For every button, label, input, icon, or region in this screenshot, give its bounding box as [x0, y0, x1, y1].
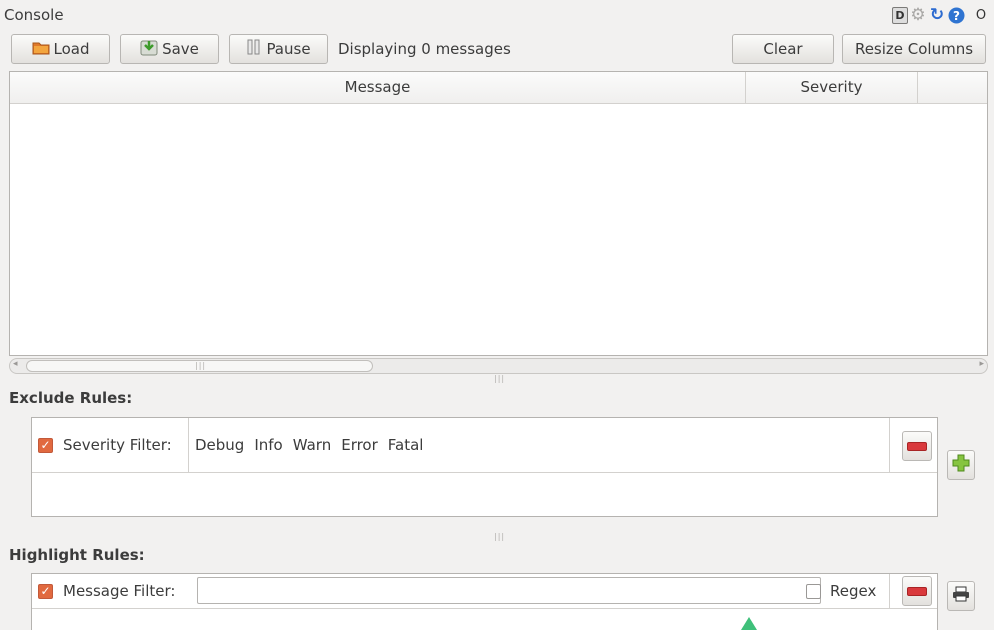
button-divider [889, 418, 890, 472]
severity-level-item[interactable]: Warn [293, 436, 331, 454]
add-exclude-rule-button[interactable] [947, 450, 975, 480]
splitter-handle-icon[interactable]: ||| [494, 532, 505, 541]
svg-text:?: ? [953, 9, 960, 23]
reload-icon[interactable]: ↻ [928, 5, 946, 25]
row-divider [32, 608, 937, 609]
exclude-rules-list: ✓ Severity Filter: Debug Info Warn Error… [31, 417, 938, 517]
remove-highlight-rule-button[interactable] [902, 576, 932, 606]
panel-title: Console [4, 6, 64, 24]
save-button[interactable]: Save [120, 34, 219, 64]
highlight-rules-label: Highlight Rules: [9, 546, 145, 564]
severity-level-item[interactable]: Fatal [388, 436, 424, 454]
pause-button[interactable]: Pause [229, 34, 328, 64]
label-divider [188, 418, 189, 472]
severity-filter-label: Severity Filter: [63, 436, 172, 454]
resize-columns-label: Resize Columns [854, 40, 974, 58]
horizontal-scrollbar[interactable]: ◂ ||| ▸ [9, 358, 988, 374]
message-filter-label: Message Filter: [63, 582, 176, 600]
close-icon[interactable]: O [972, 6, 990, 24]
help-d-icon[interactable]: D [892, 6, 908, 24]
load-button[interactable]: Load [11, 34, 110, 64]
minus-icon [907, 586, 927, 596]
button-divider [889, 574, 890, 608]
gear-icon[interactable]: ⚙ [909, 5, 927, 25]
load-label: Load [53, 40, 90, 58]
scrollbar-thumb[interactable]: ||| [26, 360, 373, 372]
severity-level-item[interactable]: Debug [195, 436, 244, 454]
resize-cursor-icon [741, 617, 757, 630]
scroll-left-icon[interactable]: ◂ [13, 359, 18, 369]
resize-columns-button[interactable]: Resize Columns [842, 34, 986, 64]
splitter-handle-icon[interactable]: ||| [494, 374, 505, 383]
remove-exclude-rule-button[interactable] [902, 431, 932, 461]
status-text: Displaying 0 messages [338, 40, 511, 58]
clear-label: Clear [763, 40, 803, 58]
severity-level-item[interactable]: Info [254, 436, 282, 454]
severity-level-list: Debug Info Warn Error Fatal [195, 436, 423, 454]
folder-icon [32, 40, 50, 59]
scroll-right-icon[interactable]: ▸ [979, 359, 984, 369]
pause-icon [246, 39, 262, 59]
column-header-message[interactable]: Message [10, 72, 746, 103]
regex-label: Regex [830, 582, 877, 600]
minus-icon [907, 441, 927, 451]
message-filter-input[interactable] [197, 577, 821, 604]
highlight-rules-list: ✓ Message Filter: Regex [31, 573, 938, 630]
add-highlight-rule-button[interactable] [947, 581, 975, 611]
exclude-rule-row: ✓ Severity Filter: Debug Info Warn Error… [32, 418, 937, 473]
save-label: Save [162, 40, 199, 58]
clear-button[interactable]: Clear [732, 34, 834, 64]
printer-icon [952, 586, 970, 606]
pause-label: Pause [266, 40, 311, 58]
severity-filter-checkbox[interactable]: ✓ [38, 438, 53, 453]
plus-icon [952, 454, 970, 476]
help-icon[interactable]: ? [947, 6, 965, 24]
severity-level-item[interactable]: Error [341, 436, 378, 454]
message-filter-checkbox[interactable]: ✓ [38, 584, 53, 599]
title-icons: D ⚙ ↻ ? O [892, 4, 990, 26]
regex-checkbox[interactable] [806, 584, 821, 599]
table-header: Message Severity [10, 72, 987, 104]
thumb-grip-icon: ||| [195, 361, 207, 370]
column-header-severity[interactable]: Severity [746, 72, 918, 103]
message-table[interactable]: Message Severity [9, 71, 988, 356]
save-icon [140, 39, 158, 60]
exclude-rules-label: Exclude Rules: [9, 389, 133, 407]
